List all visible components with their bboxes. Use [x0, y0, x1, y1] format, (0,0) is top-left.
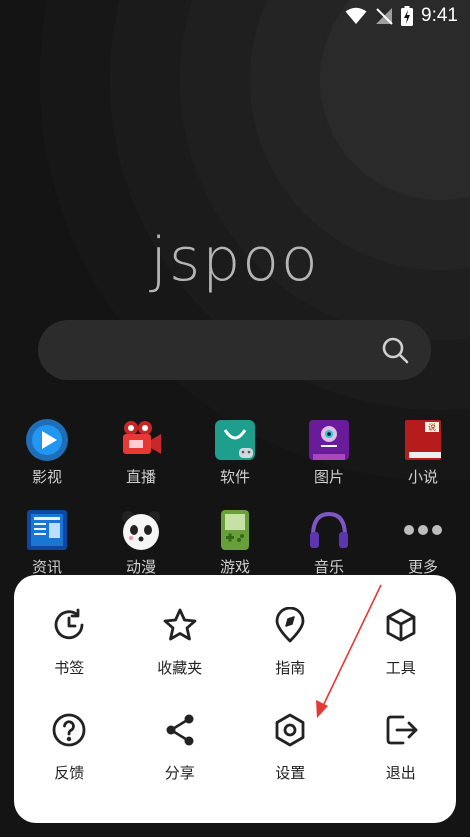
- app-label: 动漫: [125, 558, 156, 576]
- app-grid: 影视 直播 软件 图片 说 小说 资讯 动漫 游戏 音乐 更多: [0, 418, 470, 598]
- android-bag-icon: [213, 418, 257, 462]
- app-label: 音乐: [313, 558, 344, 576]
- no-signal-icon: [375, 7, 393, 25]
- menu-item-share[interactable]: 分享: [125, 712, 236, 783]
- book-icon: 说: [401, 418, 445, 462]
- app-label: 软件: [219, 468, 250, 486]
- logout-icon: [383, 712, 419, 752]
- menu-label: 书签: [54, 659, 85, 677]
- menu-label: 设置: [275, 764, 306, 782]
- app-logo: jspoo: [150, 225, 320, 295]
- menu-item-guide[interactable]: 指南: [235, 606, 346, 678]
- app-label: 资讯: [31, 558, 62, 576]
- menu-item-settings[interactable]: 设置: [235, 712, 346, 783]
- newspaper-icon: [25, 508, 69, 552]
- app-row: 影视 直播 软件 图片 说 小说: [0, 418, 470, 508]
- menu-row: 书签 收藏夹 指南 工具: [14, 606, 457, 678]
- search-icon[interactable]: [381, 336, 409, 368]
- app-software[interactable]: 软件: [188, 418, 282, 508]
- menu-label: 反馈: [54, 764, 85, 782]
- app-label: 直播: [125, 468, 156, 486]
- menu-label: 工具: [385, 659, 416, 677]
- share-icon: [162, 712, 198, 752]
- play-icon: [25, 418, 69, 462]
- menu-item-favorites[interactable]: 收藏夹: [125, 607, 236, 678]
- menu-row: 反馈 分享 设置 退出: [14, 712, 456, 783]
- menu-item-tools[interactable]: 工具: [346, 607, 457, 678]
- wifi-icon: [345, 7, 367, 25]
- menu-label: 分享: [164, 764, 195, 782]
- more-dots-icon: [401, 508, 445, 552]
- app-video[interactable]: 影视: [0, 418, 94, 508]
- app-novel[interactable]: 说 小说: [376, 418, 470, 508]
- app-label: 游戏: [219, 558, 250, 576]
- app-live[interactable]: 直播: [94, 418, 188, 508]
- app-pictures[interactable]: 图片: [282, 418, 376, 508]
- menu-label: 退出: [385, 764, 416, 782]
- app-label: 小说: [407, 468, 438, 486]
- menu-item-logout[interactable]: 退出: [346, 712, 457, 783]
- status-bar: 9:41: [0, 0, 470, 32]
- monster-icon: [307, 418, 351, 462]
- status-time: 9:41: [421, 5, 458, 26]
- gameboy-icon: [213, 508, 257, 552]
- menu-label: 收藏夹: [157, 659, 203, 677]
- search-bar[interactable]: [38, 320, 431, 380]
- menu-label: 指南: [275, 659, 306, 677]
- menu-item-feedback[interactable]: 反馈: [14, 712, 125, 783]
- panda-icon: [119, 508, 163, 552]
- history-clock-icon: [51, 607, 87, 647]
- app-label: 图片: [313, 468, 344, 486]
- app-label: 影视: [31, 468, 62, 486]
- app-label: 更多: [407, 558, 438, 576]
- cube-icon: [383, 607, 419, 647]
- svg-text:说: 说: [428, 422, 436, 432]
- headphones-icon: [307, 508, 351, 552]
- compass-pin-icon: [272, 606, 308, 647]
- bottom-menu-sheet: 书签 收藏夹 指南 工具 反馈 分享 设置 退出: [14, 575, 456, 823]
- help-circle-icon: [51, 712, 87, 752]
- camera-icon: [119, 418, 163, 462]
- settings-hex-icon: [272, 712, 308, 752]
- star-icon: [162, 607, 198, 647]
- menu-item-bookmarks[interactable]: 书签: [14, 607, 125, 678]
- battery-charging-icon: [401, 6, 414, 26]
